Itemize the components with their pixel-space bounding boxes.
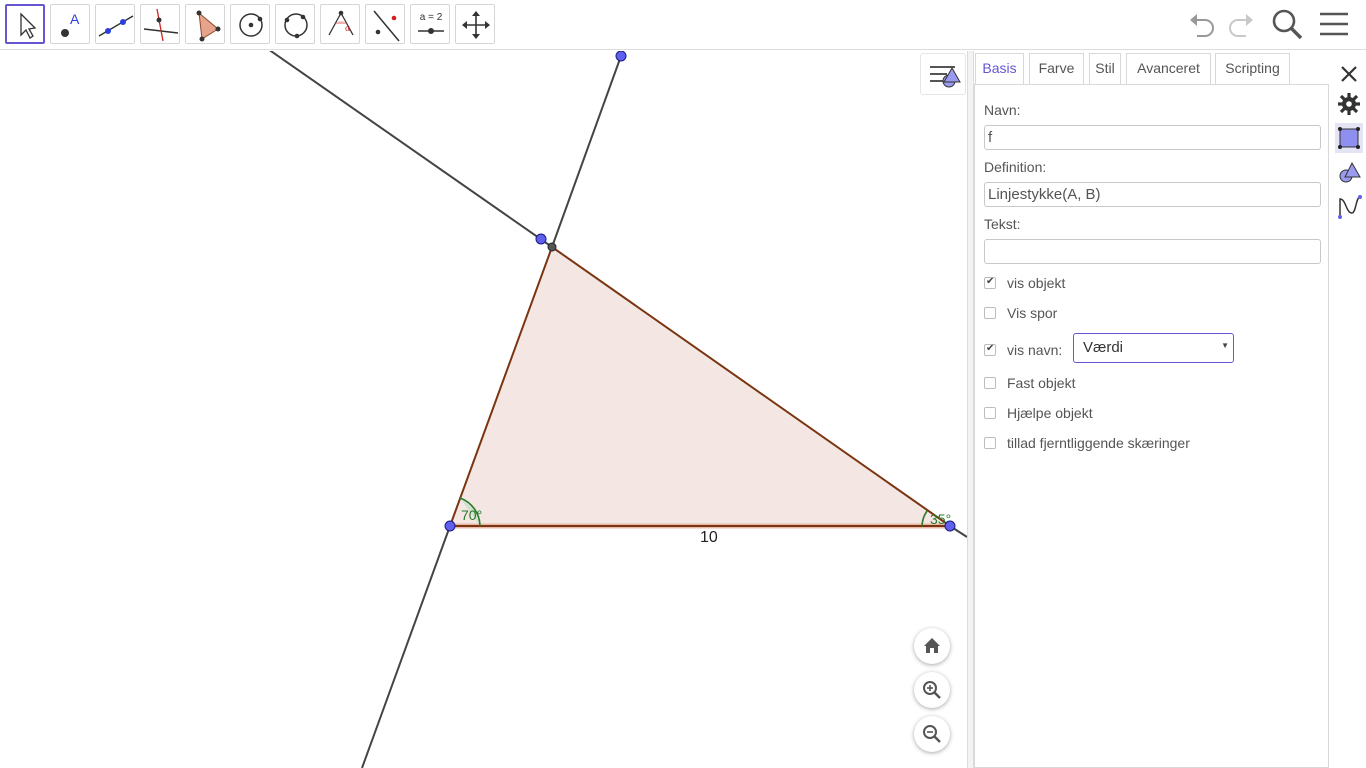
move-graphics-view-tool[interactable] [455,4,495,44]
zoom-in-button[interactable] [914,672,950,708]
gear-icon[interactable] [1334,89,1364,119]
caption-field[interactable] [984,239,1321,264]
geometry-canvas[interactable]: 70° 35° 10 [0,51,967,768]
outlying-intersections-label: tillad fjerntliggende skæringer [1007,435,1190,451]
tab-avanceret[interactable]: Avanceret [1126,53,1211,85]
angle-tool[interactable]: α [320,4,360,44]
circle-center-point-tool[interactable] [230,4,270,44]
move-tool[interactable] [5,4,45,44]
point-tool-letter: A [70,11,80,27]
label-mode-value: Værdi [1083,339,1124,356]
undo-icon[interactable] [1185,6,1221,42]
ray-lower[interactable] [361,525,451,768]
perpendicular-line-icon [143,8,179,42]
outlying-intersections-checkbox[interactable] [984,437,996,449]
definition-field[interactable]: Linjestykke(A, B) [984,182,1321,207]
ray-upper-left[interactable] [268,51,553,248]
toolbar: A α a = 2 [0,0,1366,50]
style-bar-icon [930,66,961,88]
slider-icon [418,28,444,34]
show-object-label: vis objekt [1007,275,1066,291]
line-icon [98,15,134,37]
home-button[interactable] [914,628,950,664]
segment-length-label: 10 [700,529,718,546]
point-tool[interactable]: A [50,4,90,44]
zoom-out-button[interactable] [914,716,950,752]
name-field[interactable]: f [984,125,1321,150]
show-object-checkbox[interactable] [984,276,996,289]
point-a[interactable] [444,520,456,532]
dropdown-arrow-icon: ▼ [1221,341,1229,350]
graphics-view[interactable]: 70° 35° 10 [0,51,967,768]
tab-farve[interactable]: Farve [1029,53,1084,85]
basis-tab-content: Navn: f Definition: Linjestykke(A, B) Te… [974,84,1329,768]
tab-basis[interactable]: Basis [975,53,1024,85]
perpendicular-line-tool[interactable] [140,4,180,44]
fix-object-label: Fast objekt [1007,375,1076,391]
auxiliary-object-label: Hjælpe objekt [1007,405,1093,421]
close-icon[interactable] [1334,55,1364,85]
algebra-icon[interactable] [1334,191,1364,221]
svg-text:α: α [345,24,351,33]
redo-icon[interactable] [1222,6,1258,42]
style-bar-toggle-button[interactable] [920,53,966,95]
fix-object-checkbox[interactable] [984,377,996,389]
reflect-about-line-tool[interactable] [365,4,405,44]
show-trace-label: Vis spor [1007,305,1058,321]
circle-three-points-icon [284,13,308,39]
line-tool[interactable] [95,4,135,44]
auxiliary-object-checkbox[interactable] [984,407,996,419]
properties-side-bar [1329,51,1366,768]
cursor-arrow-icon [20,12,37,39]
definition-label: Definition: [984,159,1047,175]
zoom-out-icon [923,725,941,743]
properties-tabs: Basis Farve Stil Avanceret Scripting [974,53,1328,85]
polygon-icon [196,10,221,42]
slider-tool[interactable]: a = 2 [410,4,450,44]
name-label: Navn: [984,102,1021,118]
point-c-intersection[interactable] [547,242,557,252]
circle-three-points-tool[interactable] [275,4,315,44]
circle-center-icon [239,13,263,37]
reflect-line-icon [373,10,400,42]
zoom-in-icon [923,681,941,699]
show-label-label: vis navn: [1007,342,1063,358]
show-label-checkbox[interactable] [984,343,996,356]
menu-icon[interactable] [1316,6,1352,42]
point-ray-left[interactable] [535,233,547,245]
angle-a-label: 70° [461,507,482,523]
graphics-settings-icon[interactable] [1334,123,1364,153]
search-icon[interactable] [1269,6,1305,42]
move-arrows-icon [462,11,490,39]
caption-label: Tekst: [984,216,1021,232]
polygon-tool[interactable] [185,4,225,44]
properties-panel: Basis Farve Stil Avanceret Scripting Nav… [974,51,1366,768]
ray-upper[interactable] [551,55,622,248]
objects-icon[interactable] [1334,157,1364,187]
label-mode-select[interactable]: Værdi ▼ [1073,333,1234,363]
point-ray-top[interactable] [615,51,627,62]
angle-icon: α [328,10,354,36]
point-b[interactable] [944,520,956,532]
triangle-fill[interactable] [450,247,950,526]
tab-scripting[interactable]: Scripting [1215,53,1290,85]
tab-stil[interactable]: Stil [1089,53,1121,85]
home-icon [924,638,940,653]
panel-splitter[interactable] [967,51,974,768]
show-trace-checkbox[interactable] [984,307,996,319]
